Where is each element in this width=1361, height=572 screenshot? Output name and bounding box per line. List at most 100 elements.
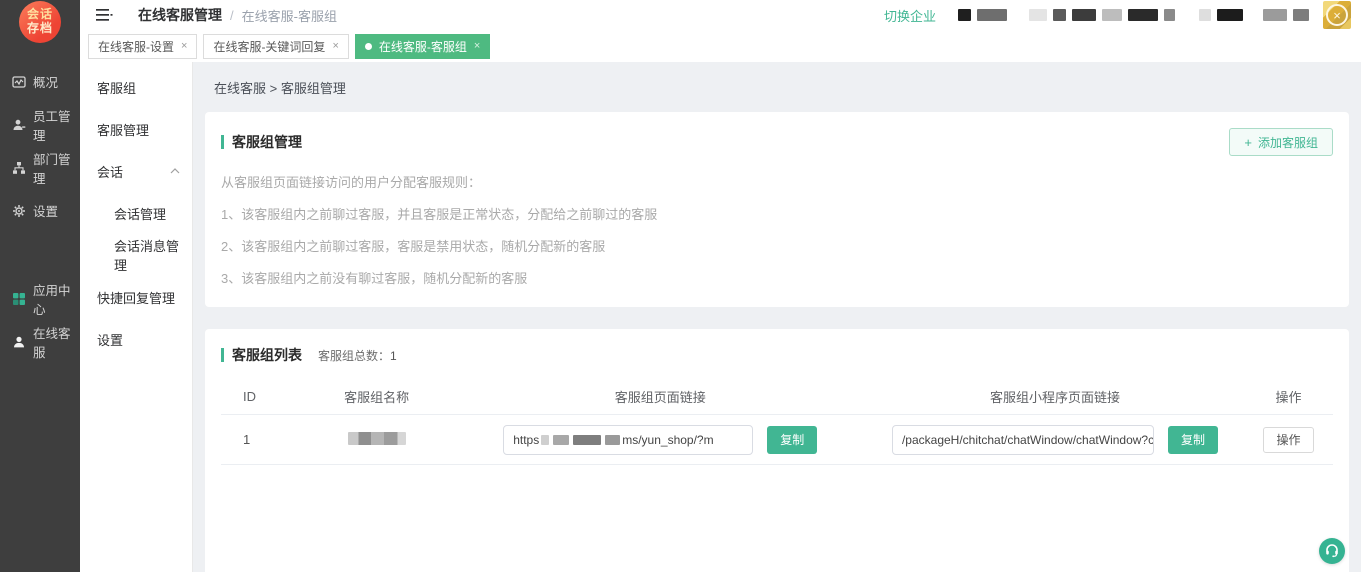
- sidebar-spacer: [0, 232, 80, 277]
- column-header-miniprogram-link: 客服组小程序页面链接: [866, 387, 1244, 406]
- redacted-company-info: [958, 9, 1309, 21]
- rule-line: 2、该客服组内之前聊过客服，客服是禁用状态，随机分配新的客服: [221, 236, 1333, 255]
- total-value: 1: [390, 349, 397, 363]
- sidebar-item-overview[interactable]: 概况: [0, 60, 80, 103]
- module-submenu: 客服组 客服管理 会话 会话管理 会话消息管理 快: [80, 62, 193, 572]
- section-accent-bar: [221, 348, 224, 362]
- content-breadcrumb: 在线客服 > 客服组管理: [214, 78, 1340, 97]
- rules-intro: 从客服组页面链接访问的用户分配客服规则：: [221, 172, 1333, 191]
- main-content: 在线客服 > 客服组管理 客服组管理 + 添加客服组 从客服组页面链接访问的用户…: [193, 62, 1361, 572]
- tab-keyword-reply[interactable]: 在线客服-关键词回复 ×: [203, 34, 348, 59]
- submenu-label: 快捷回复管理: [97, 288, 175, 307]
- section-title: 客服组列表: [232, 345, 302, 365]
- group-list-card: 客服组列表 客服组总数：1 ID 客服组名称 客服组页面链接 客服组小程序页面链…: [205, 329, 1349, 572]
- page-title: 在线客服管理: [138, 5, 222, 25]
- table-row: 1 https: [221, 415, 1333, 465]
- sidebar-item-label: 员工管理: [33, 106, 80, 144]
- help-support-button[interactable]: [1319, 538, 1345, 564]
- submenu-label: 客服组: [97, 78, 136, 97]
- submenu-item-quick-reply[interactable]: 快捷回复管理: [80, 276, 192, 318]
- column-header-page-link: 客服组页面链接: [455, 387, 866, 406]
- main-sidebar: 会话 存档 概况 员工管理 部门管理: [0, 0, 80, 572]
- group-management-card: 客服组管理 + 添加客服组 从客服组页面链接访问的用户分配客服规则： 1、该客服…: [205, 112, 1349, 307]
- app-window: 会话 存档 概况 员工管理 部门管理: [0, 0, 1361, 572]
- submenu-label: 会话: [97, 162, 123, 181]
- overview-icon: [11, 74, 26, 89]
- tab-online-service-settings[interactable]: 在线客服-设置 ×: [88, 34, 197, 59]
- sidebar-item-label: 概况: [33, 72, 58, 91]
- close-icon[interactable]: ×: [474, 40, 480, 52]
- copy-miniprogram-link-button[interactable]: 复制: [1168, 426, 1218, 454]
- sidebar-item-app-center[interactable]: 应用中心: [0, 277, 80, 320]
- active-tab-dot-icon: [365, 43, 372, 50]
- app-center-icon: [11, 291, 26, 306]
- logo-line1: 会话: [27, 8, 53, 22]
- close-icon[interactable]: ×: [332, 40, 338, 52]
- column-header-name: 客服组名称: [299, 387, 455, 406]
- cell-miniprogram-link: /packageH/chitchat/chatWindow/chatWindow…: [866, 425, 1244, 455]
- chevron-up-icon: [170, 168, 180, 174]
- cell-group-name: [299, 432, 455, 448]
- group-total-count: 客服组总数：1: [318, 347, 397, 364]
- department-icon: [11, 160, 26, 175]
- submenu-item-service-management[interactable]: 客服管理: [80, 108, 192, 150]
- avatar-placeholder-icon: ×: [1326, 4, 1348, 26]
- open-tabs-bar: 在线客服-设置 × 在线客服-关键词回复 × 在线客服-客服组 ×: [80, 30, 1361, 62]
- sidebar-item-label: 应用中心: [33, 280, 80, 318]
- logo-line2: 存档: [27, 22, 53, 36]
- add-service-group-button[interactable]: + 添加客服组: [1229, 128, 1333, 156]
- sidebar-item-online-service[interactable]: 在线客服: [0, 320, 80, 363]
- close-icon[interactable]: ×: [181, 40, 187, 52]
- headset-icon: [1324, 542, 1340, 561]
- column-header-actions: 操作: [1244, 387, 1333, 406]
- cell-actions: 操作: [1244, 427, 1333, 453]
- switch-company-link[interactable]: 切换企业: [884, 6, 936, 25]
- section-accent-bar: [221, 135, 224, 149]
- tab-label: 在线客服-客服组: [379, 38, 467, 55]
- submenu-item-settings[interactable]: 设置: [80, 318, 192, 360]
- menu-fold-icon[interactable]: [96, 7, 114, 23]
- plus-icon: +: [1244, 135, 1252, 150]
- assignment-rules: 从客服组页面链接访问的用户分配客服规则： 1、该客服组内之前聊过客服，并且客服是…: [221, 172, 1333, 287]
- submenu-label: 会话管理: [114, 204, 166, 223]
- gear-icon: [11, 203, 26, 218]
- submenu-item-session-message-management[interactable]: 会话消息管理: [80, 234, 192, 276]
- link-text: /packageH/chitchat/chatWindow/chatWindow…: [902, 433, 1154, 447]
- service-group-table: ID 客服组名称 客服组页面链接 客服组小程序页面链接 操作 1: [221, 379, 1333, 465]
- sidebar-item-settings[interactable]: 设置: [0, 189, 80, 232]
- redacted-group-name: [348, 432, 406, 445]
- copy-page-link-button[interactable]: 复制: [767, 426, 817, 454]
- submenu-item-service-group[interactable]: 客服组: [80, 66, 192, 108]
- sidebar-item-label: 在线客服: [33, 323, 80, 361]
- top-bar: 在线客服管理 / 在线客服-客服组 切换企业: [80, 0, 1361, 30]
- tab-service-group[interactable]: 在线客服-客服组 ×: [355, 34, 490, 59]
- user-avatar[interactable]: ×: [1323, 1, 1351, 29]
- total-label: 客服组总数：: [318, 349, 390, 363]
- page-link-input[interactable]: https ms/yun_shop/?m: [503, 425, 753, 455]
- add-button-label: 添加客服组: [1258, 134, 1318, 151]
- cell-id: 1: [221, 432, 299, 447]
- sidebar-item-label: 设置: [33, 201, 58, 220]
- online-service-icon: [11, 334, 26, 349]
- link-suffix: ms/yun_shop/?m: [622, 433, 713, 447]
- breadcrumb-current: 在线客服-客服组: [242, 6, 337, 25]
- rule-line: 1、该客服组内之前聊过客服，并且客服是正常状态，分配给之前聊过的客服: [221, 204, 1333, 223]
- submenu-item-session-management[interactable]: 会话管理: [80, 192, 192, 234]
- link-prefix: https: [513, 433, 539, 447]
- column-header-id: ID: [221, 389, 299, 404]
- submenu-label: 设置: [97, 330, 123, 349]
- submenu-item-session[interactable]: 会话: [80, 150, 192, 192]
- submenu-label: 会话消息管理: [114, 236, 180, 274]
- cell-page-link: https ms/yun_shop/?m 复制: [455, 425, 866, 455]
- app-logo: 会话 存档: [19, 1, 61, 43]
- miniprogram-link-input[interactable]: /packageH/chitchat/chatWindow/chatWindow…: [892, 425, 1154, 455]
- section-title: 客服组管理: [232, 132, 302, 152]
- sidebar-item-staff[interactable]: 员工管理: [0, 103, 80, 146]
- sidebar-item-label: 部门管理: [33, 149, 80, 187]
- submenu-label: 客服管理: [97, 120, 149, 139]
- sidebar-item-department[interactable]: 部门管理: [0, 146, 80, 189]
- rule-line: 3、该客服组内之前没有聊过客服，随机分配新的客服: [221, 268, 1333, 287]
- tab-label: 在线客服-关键词回复: [213, 38, 325, 55]
- tab-label: 在线客服-设置: [98, 38, 174, 55]
- row-action-button[interactable]: 操作: [1263, 427, 1313, 453]
